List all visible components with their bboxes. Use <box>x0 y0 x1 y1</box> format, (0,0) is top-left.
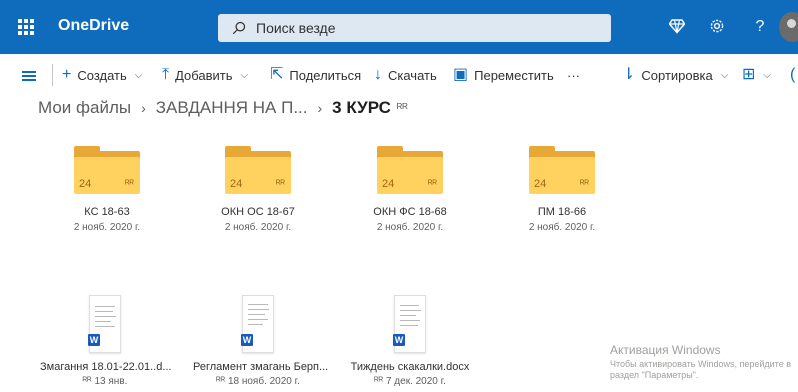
navigation-menu-icon[interactable] <box>22 71 36 81</box>
folder-tile[interactable]: 24 ᴿᴿ ОКН ОС 18-67 2 нояб. 2020 г. <box>193 146 323 233</box>
chevron-down-icon: ⌵ <box>134 69 143 81</box>
folder-name: ОКН ФС 18-68 <box>373 206 447 218</box>
share-button[interactable]: ⇱ Поделиться <box>270 66 361 84</box>
info-icon: ( <box>790 66 796 83</box>
upload-icon: ⤒ <box>162 66 170 83</box>
help-icon[interactable]: ? <box>751 18 769 36</box>
avatar[interactable] <box>779 12 798 42</box>
shared-people-icon: ᴿᴿ <box>396 101 408 115</box>
app-name[interactable]: OneDrive <box>58 17 129 35</box>
item-count: 24 <box>79 178 92 190</box>
more-label: ··· <box>567 67 580 83</box>
breadcrumb-root[interactable]: Мои файлы <box>38 98 131 118</box>
move-icon: ▣ <box>453 66 469 83</box>
create-button[interactable]: + Создать ⌵ <box>62 66 142 84</box>
item-count: 24 <box>382 178 395 190</box>
word-document-thumbnail: W <box>241 295 274 353</box>
file-name: Змагання 18.01-22.01..d... <box>40 361 172 373</box>
move-label: Переместить <box>474 67 554 83</box>
chevron-right-icon: › <box>317 100 323 116</box>
download-icon: ↓ <box>374 66 382 83</box>
file-date-row: ᴿᴿ 18 нояб. 2020 г. <box>193 376 323 387</box>
breadcrumb-current: 3 КУРС <box>332 98 391 117</box>
shared-people-icon: ᴿᴿ <box>275 179 285 190</box>
file-tile[interactable]: W Регламент змагань Берп... ᴿᴿ 18 нояб. … <box>193 295 329 387</box>
folder-icon: 24 ᴿᴿ <box>225 146 291 194</box>
folder-icon: 24 ᴿᴿ <box>377 146 443 194</box>
word-icon: W <box>241 334 253 346</box>
watermark-text: Чтобы активировать Windows, перейдите в … <box>610 359 791 380</box>
item-count: 24 <box>230 178 243 190</box>
shared-people-icon: ᴿᴿ <box>374 376 386 387</box>
file-name: Тиждень скакалки.docx <box>350 361 470 373</box>
folder-date: 2 нояб. 2020 г. <box>224 222 292 233</box>
file-tile[interactable]: W Тиждень скакалки.docx ᴿᴿ 7 дек. 2020 г… <box>345 295 475 387</box>
watermark-title: Активация Windows <box>610 343 721 357</box>
folder-tile[interactable]: 24 ᴿᴿ КС 18-63 2 нояб. 2020 г. <box>42 146 172 233</box>
app-header: OneDrive Поиск везде ? <box>0 0 798 54</box>
folder-name: ОКН ОС 18-67 <box>221 206 295 218</box>
folder-date: 2 нояб. 2020 г. <box>73 222 141 233</box>
more-button[interactable]: ··· <box>567 66 580 84</box>
shared-people-icon: ᴿᴿ <box>579 179 589 190</box>
folder-tile[interactable]: 24 ᴿᴿ ПМ 18-66 2 нояб. 2020 г. <box>497 146 627 233</box>
file-date-row: ᴿᴿ 13 янв. <box>40 376 170 387</box>
chevron-right-icon: › <box>141 100 146 116</box>
breadcrumb: Мои файлы › ЗАВДАННЯ НА П... › 3 КУРС ᴿᴿ <box>38 98 408 118</box>
search-placeholder: Поиск везде <box>256 20 336 36</box>
view-options-button[interactable]: ⊞ ⌵ <box>742 66 771 84</box>
divider <box>52 64 53 86</box>
file-date-row: ᴿᴿ 7 дек. 2020 г. <box>345 376 475 387</box>
sort-icon: ⇂ <box>622 66 636 83</box>
sort-label: Сортировка <box>641 67 713 83</box>
search-box[interactable]: Поиск везде <box>218 14 611 42</box>
folder-tile[interactable]: 24 ᴿᴿ ОКН ФС 18-68 2 нояб. 2020 г. <box>345 146 475 233</box>
folder-icon: 24 ᴿᴿ <box>529 146 595 194</box>
shared-people-icon: ᴿᴿ <box>427 179 437 190</box>
file-tile[interactable]: W Змагання 18.01-22.01..d... ᴿᴿ 13 янв. <box>40 295 172 387</box>
create-label: Создать <box>77 67 127 83</box>
sort-button[interactable]: ⇂ Сортировка ⌵ <box>622 66 728 84</box>
share-icon: ⇱ <box>270 66 284 83</box>
shared-people-icon: ᴿᴿ <box>82 376 95 387</box>
download-label: Скачать <box>388 67 437 83</box>
folder-name: КС 18-63 <box>84 206 130 218</box>
item-count: 24 <box>534 178 547 190</box>
waffle-icon[interactable] <box>18 19 34 35</box>
word-document-thumbnail: W <box>88 295 121 353</box>
word-icon: W <box>88 334 100 346</box>
chevron-down-icon: ⌵ <box>763 69 771 81</box>
premium-diamond-icon[interactable] <box>668 18 686 36</box>
folder-date: 2 нояб. 2020 г. <box>528 222 596 233</box>
windows-activation-watermark: Активация Windows Чтобы активировать Win… <box>610 343 798 381</box>
folder-name: ПМ 18-66 <box>537 206 587 218</box>
move-button[interactable]: ▣ Переместить <box>453 66 554 84</box>
folder-icon: 24 ᴿᴿ <box>74 146 140 194</box>
add-button[interactable]: ⤒ Добавить ⌵ <box>162 66 248 84</box>
breadcrumb-parent[interactable]: ЗАВДАННЯ НА П... <box>156 98 308 118</box>
settings-gear-icon[interactable] <box>708 18 726 36</box>
grid-view-icon: ⊞ <box>742 66 756 83</box>
file-date: 13 янв. <box>94 376 128 387</box>
file-date: 7 дек. 2020 г. <box>385 376 446 387</box>
shared-people-icon: ᴿᴿ <box>216 376 228 387</box>
search-icon <box>232 21 246 35</box>
info-button[interactable]: ( <box>790 66 798 84</box>
add-label: Добавить <box>175 67 233 83</box>
plus-icon: + <box>62 66 72 83</box>
word-document-thumbnail: W <box>393 295 426 353</box>
file-date: 18 нояб. 2020 г. <box>227 376 300 387</box>
share-label: Поделиться <box>289 67 362 83</box>
shared-people-icon: ᴿᴿ <box>124 179 134 190</box>
chevron-down-icon: ⌵ <box>240 69 249 81</box>
word-icon: W <box>393 334 405 346</box>
folder-date: 2 нояб. 2020 г. <box>376 222 444 233</box>
command-bar: + Создать ⌵ ⤒ Добавить ⌵ ⇱ Поделиться ↓ … <box>0 54 798 96</box>
file-name: Регламент змагань Берп... <box>193 361 329 373</box>
download-button[interactable]: ↓ Скачать <box>374 66 437 84</box>
chevron-down-icon: ⌵ <box>720 69 729 81</box>
